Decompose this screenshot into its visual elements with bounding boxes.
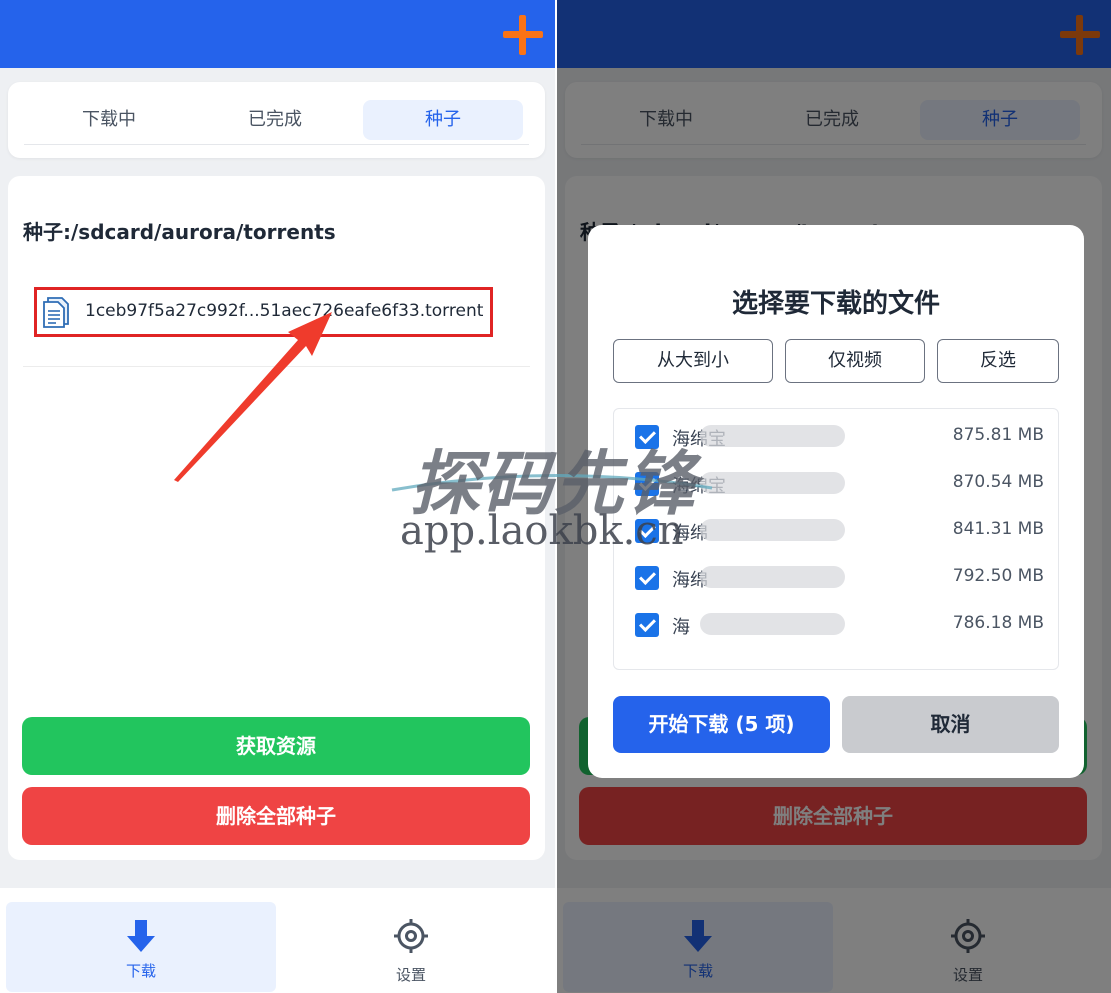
nav-settings-label: 设置 xyxy=(395,966,426,984)
blurred-filename xyxy=(700,425,845,447)
tab-downloading[interactable]: 下载中 xyxy=(28,100,190,140)
file-row[interactable]: 海 786.18 MB xyxy=(614,603,1058,649)
file-select-dialog: 选择要下载的文件 从大到小 仅视频 反选 海绵宝 875.81 MB 海绵宝 8… xyxy=(588,225,1084,778)
bottom-nav: 下载 设置 xyxy=(0,888,555,993)
tab-bar: 下载中 已完成 种子 xyxy=(8,82,545,158)
checkbox-checked[interactable] xyxy=(635,425,659,449)
tab-completed[interactable]: 已完成 xyxy=(194,100,356,140)
red-pointer-arrow xyxy=(174,312,332,482)
blurred-filename xyxy=(700,519,845,541)
torrent-panel: 种子:/sdcard/aurora/torrents 1ceb97f5a27c9… xyxy=(8,176,545,860)
tab-torrents[interactable]: 种子 xyxy=(363,100,523,140)
file-name: 海 xyxy=(672,617,690,638)
checkbox-checked[interactable] xyxy=(635,519,659,543)
download-arrow-icon xyxy=(127,920,155,952)
file-row[interactable]: 海绵 792.50 MB xyxy=(614,556,1058,602)
file-row[interactable]: 海绵宝 870.54 MB xyxy=(614,462,1058,508)
checkbox-checked[interactable] xyxy=(635,613,659,637)
nav-download[interactable]: 下载 xyxy=(6,902,276,992)
blurred-filename xyxy=(700,472,845,494)
file-size: 841.31 MB xyxy=(952,519,1044,539)
file-size: 875.81 MB xyxy=(952,425,1044,445)
checkbox-checked[interactable] xyxy=(635,472,659,496)
right-screen: 下载中 已完成 种子 种子:/sdcard/aurora/torrents 删除… xyxy=(557,0,1111,993)
get-resource-button[interactable]: 获取资源 xyxy=(22,717,530,775)
file-list: 海绵宝 875.81 MB 海绵宝 870.54 MB 海绵 841.31 MB… xyxy=(613,408,1059,670)
file-row[interactable]: 海绵 841.31 MB xyxy=(614,509,1058,555)
file-row[interactable]: 海绵宝 875.81 MB xyxy=(614,415,1058,461)
tab-divider xyxy=(24,144,529,145)
file-size: 792.50 MB xyxy=(952,566,1044,586)
gear-icon xyxy=(394,919,428,953)
blurred-filename xyxy=(700,566,845,588)
checkbox-checked[interactable] xyxy=(635,566,659,590)
file-size: 870.54 MB xyxy=(952,472,1044,492)
document-icon xyxy=(43,297,69,328)
delete-all-torrents-button[interactable]: 删除全部种子 xyxy=(22,787,530,845)
torrent-path-label: 种子:/sdcard/aurora/torrents xyxy=(23,220,336,244)
nav-settings[interactable]: 设置 xyxy=(276,902,546,992)
start-download-button[interactable]: 开始下载 (5 项) xyxy=(613,696,830,753)
dialog-title: 选择要下载的文件 xyxy=(731,289,940,319)
nav-download-label: 下载 xyxy=(125,962,156,980)
invert-selection-button[interactable]: 反选 xyxy=(937,339,1059,383)
app-header xyxy=(0,0,555,68)
add-plus-icon[interactable] xyxy=(503,15,543,55)
file-size: 786.18 MB xyxy=(952,613,1044,633)
left-screen: 下载中 已完成 种子 种子:/sdcard/aurora/torrents 1c… xyxy=(0,0,555,993)
blurred-filename xyxy=(700,613,845,635)
sort-desc-button[interactable]: 从大到小 xyxy=(613,339,773,383)
cancel-button[interactable]: 取消 xyxy=(842,696,1059,753)
video-only-button[interactable]: 仅视频 xyxy=(785,339,925,383)
